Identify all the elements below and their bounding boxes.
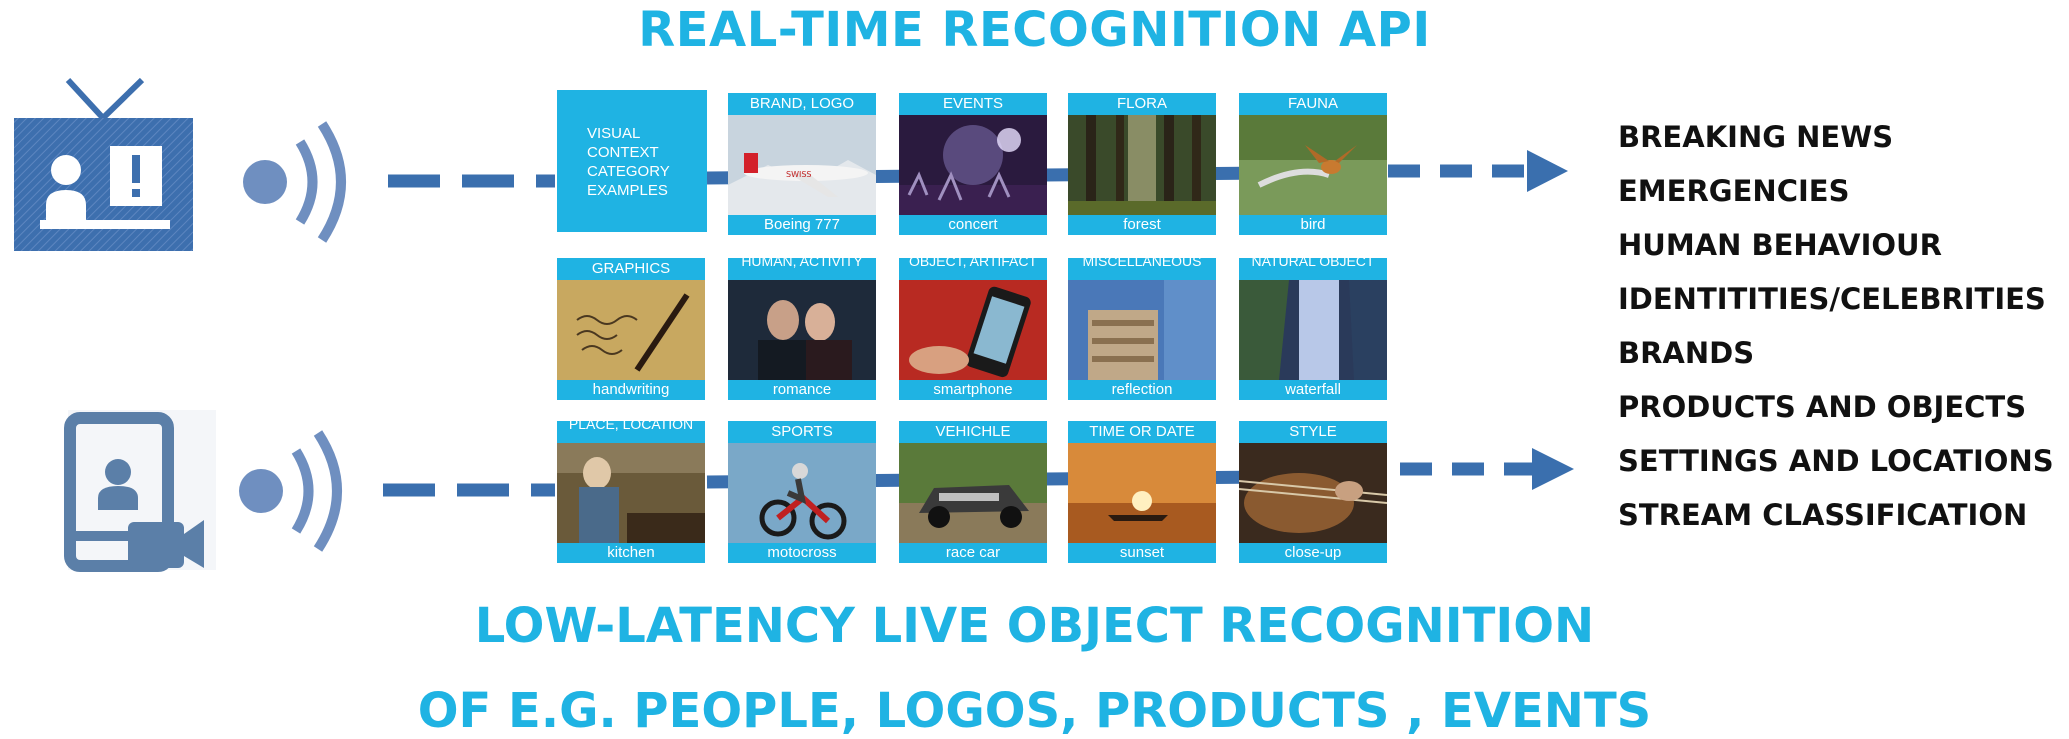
race-car-photo: [899, 443, 1047, 543]
intro-line: CATEGORY: [587, 163, 670, 180]
forest-photo: [1068, 115, 1216, 215]
list-item: BRANDS: [1618, 336, 1755, 370]
tile-category: PLACE, LOCATION: [568, 421, 694, 432]
tv-alert-icon: [14, 77, 193, 251]
tile-category: GRAPHICS: [591, 260, 671, 277]
tile-natural-object: NATURAL OBJECT waterfall: [1239, 258, 1387, 400]
tile-place-location: PLACE, LOCATION kitchen: [557, 421, 705, 563]
tile-example: handwriting: [592, 381, 670, 398]
tile-example: bird: [1300, 216, 1326, 233]
list-item: BREAKING NEWS: [1618, 120, 1894, 154]
tile-example: motocross: [767, 544, 837, 561]
tile-category: FLORA: [1116, 95, 1167, 112]
tile-example: close-up: [1284, 544, 1342, 561]
list-item: SETTINGS AND LOCATIONS: [1618, 444, 2054, 478]
tile-category: BRAND, LOGO: [749, 95, 855, 112]
intro-box: VISUAL CONTEXT CATEGORY EXAMPLES: [557, 90, 707, 232]
arrow-head-bottom: [1532, 448, 1574, 490]
motocross-photo: [728, 443, 876, 543]
tile-category: VEHICHLE: [935, 423, 1011, 440]
tile-category: NATURAL OBJECT: [1251, 258, 1375, 269]
broadcast-signal-icon-bottom: [239, 430, 342, 552]
sunset-photo: [1068, 443, 1216, 543]
tile-category: MISCELLANEOUS: [1082, 258, 1202, 269]
arrow-head-top: [1527, 150, 1568, 192]
tile-style: STYLE close-up: [1239, 421, 1387, 563]
tile-flora: FLORA forest: [1068, 93, 1216, 235]
tile-category: SPORTS: [771, 423, 833, 440]
tile-brand-logo: BRAND, LOGO SWISS Boeing 777: [728, 93, 876, 235]
footer-title-line1: LOW-LATENCY LIVE OBJECT RECOGNITION: [474, 598, 1595, 654]
tile-example: Boeing 777: [764, 216, 840, 233]
intro-line: EXAMPLES: [587, 182, 668, 199]
tile-time-or-date: TIME OR DATE sunset: [1068, 421, 1216, 563]
tile-sports: SPORTS motocross: [728, 421, 876, 563]
tile-example: waterfall: [1285, 381, 1341, 398]
tile-category: EVENTS: [942, 95, 1003, 112]
list-item: STREAM CLASSIFICATION: [1618, 498, 2028, 532]
svg-text:SWISS: SWISS: [786, 170, 812, 179]
tile-category: HUMAN, ACTIVITY: [741, 258, 863, 269]
concert-photo: [899, 115, 1047, 215]
tile-example: romance: [772, 381, 832, 398]
tile-example: forest: [1123, 216, 1161, 233]
kitchen-photo: [557, 443, 705, 543]
tile-example: reflection: [1111, 381, 1173, 398]
list-item: HUMAN BEHAVIOUR: [1618, 228, 1942, 262]
tile-graphics: GRAPHICS handwriting: [557, 258, 705, 400]
bird-photo: [1239, 115, 1387, 215]
list-item: IDENTITITIES/CELEBRITIES: [1618, 282, 2046, 316]
airplane-photo: SWISS: [728, 115, 876, 215]
tile-category: OBJECT, ARTIFACT: [908, 258, 1038, 269]
output-category-list: BREAKING NEWS EMERGENCIES HUMAN BEHAVIOU…: [1618, 118, 2054, 550]
tile-events: EVENTS concert: [899, 93, 1047, 235]
broadcast-signal-icon-top: [243, 121, 346, 243]
smartphone-photo: [899, 280, 1047, 380]
tablet-video-icon: [64, 410, 216, 572]
tile-example: sunset: [1119, 544, 1165, 561]
close-up-photo: [1239, 443, 1387, 543]
tile-human-activity: HUMAN, ACTIVITY romance: [728, 258, 876, 400]
intro-line: CONTEXT: [587, 144, 659, 161]
handwriting-photo: [557, 280, 705, 380]
tile-miscellaneous: MISCELLANEOUS reflection: [1068, 258, 1216, 400]
tile-example: concert: [948, 216, 998, 233]
page-title: REAL-TIME RECOGNITION API: [638, 2, 1431, 58]
reflection-photo: [1068, 280, 1216, 380]
tile-category: TIME OR DATE: [1089, 423, 1195, 440]
intro-line: VISUAL: [587, 125, 641, 142]
tile-example: smartphone: [933, 381, 1013, 398]
romance-photo: [728, 280, 876, 380]
tile-vehicle: VEHICHLE race car: [899, 421, 1047, 563]
waterfall-photo: [1239, 280, 1387, 380]
tile-fauna: FAUNA bird: [1239, 93, 1387, 235]
footer-title-line2: OF E.G. PEOPLE, LOGOS, PRODUCTS , EVENTS: [417, 683, 1652, 739]
tile-category: FAUNA: [1287, 95, 1338, 112]
tile-object-artifact: OBJECT, ARTIFACT smartphone: [899, 258, 1047, 400]
tile-category: STYLE: [1289, 423, 1337, 440]
list-item: EMERGENCIES: [1618, 174, 1850, 208]
tile-example: kitchen: [607, 544, 655, 561]
tile-example: race car: [945, 544, 1001, 561]
list-item: PRODUCTS AND OBJECTS: [1618, 390, 2027, 424]
